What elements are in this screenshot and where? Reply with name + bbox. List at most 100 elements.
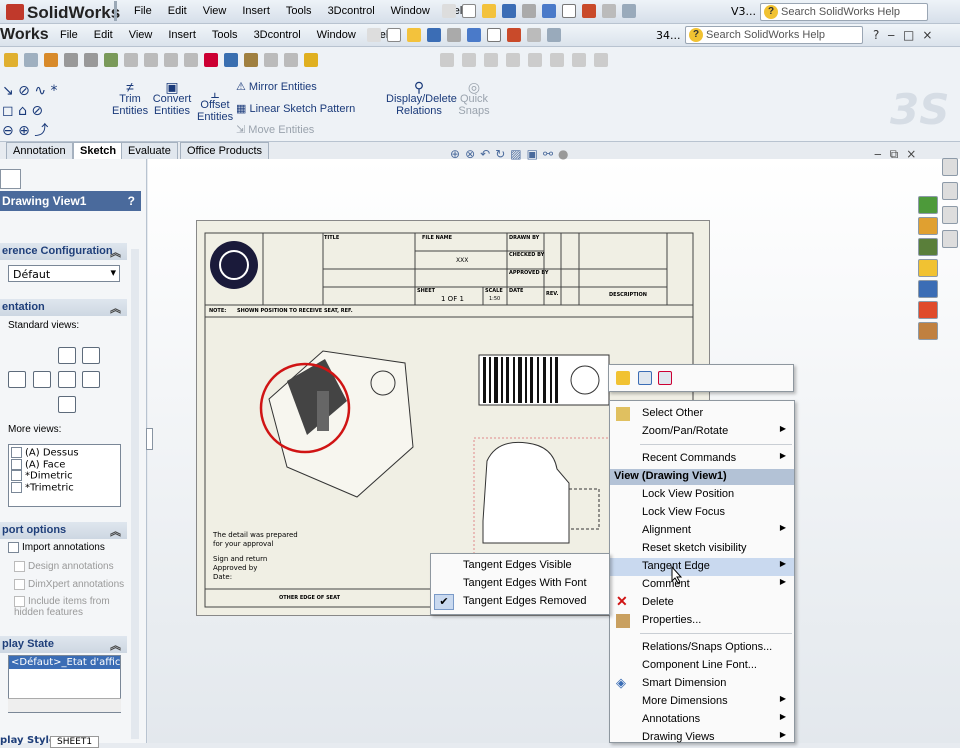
view-right-button[interactable] (58, 371, 76, 388)
menu-item-annotations[interactable]: Annotations ▶ (610, 711, 794, 729)
layer-icon[interactable] (244, 53, 258, 67)
convert-entities-button[interactable]: ▣ Convert Entities (151, 80, 193, 117)
design-library-icon[interactable] (918, 238, 938, 256)
window-controls[interactable]: ?‒□× (873, 28, 940, 42)
file-explorer-icon[interactable] (918, 259, 938, 277)
crosshair-icon[interactable] (440, 53, 454, 67)
properties-icon[interactable] (638, 371, 652, 385)
menu-item-recent-commands[interactable]: Recent Commands ▶ (610, 450, 794, 468)
linked-icon[interactable] (44, 53, 58, 67)
menu-tools[interactable]: Tools (278, 5, 320, 17)
search-box-inner[interactable]: ? Search SolidWorks Help (685, 26, 863, 44)
view-front-button[interactable] (58, 347, 76, 364)
menu-window[interactable]: Window (309, 29, 364, 41)
vertical-scrollbar[interactable] (131, 249, 139, 739)
menu-item-reset-sketch-visibility[interactable]: Reset sketch visibility (610, 540, 794, 558)
section-orientation[interactable]: entation ︽ (0, 299, 127, 316)
undo-icon[interactable] (467, 28, 481, 42)
menu-item-properties[interactable]: Properties... (610, 612, 794, 630)
menu-insert[interactable]: Insert (234, 5, 278, 17)
resources-icon[interactable] (918, 196, 938, 214)
options-icon[interactable] (622, 4, 636, 18)
menu-item-tangent-edges-removed[interactable]: ✔ Tangent Edges Removed (431, 593, 609, 611)
arrow-se-icon[interactable] (506, 53, 520, 67)
rotate-icon[interactable]: ↻ (495, 147, 505, 161)
hatch-icon[interactable] (84, 53, 98, 67)
menu-item-delete[interactable]: ✕ Delete (610, 593, 794, 612)
design-annotations-checkbox[interactable]: Design annotations (14, 561, 114, 572)
zoom-area-icon[interactable]: ⊗ (465, 147, 475, 161)
pin-icon[interactable] (442, 4, 456, 18)
view-left-button[interactable] (8, 371, 26, 388)
pin-icon[interactable] (367, 28, 381, 42)
anchor-icon[interactable] (528, 53, 542, 67)
menu-item-lock-view-position[interactable]: Lock View Position (610, 486, 794, 504)
lock-icon[interactable] (572, 53, 586, 67)
view-window-controls[interactable]: ‒⧉× (874, 147, 924, 162)
outer-tab-icon[interactable] (942, 158, 958, 176)
trim-entities-button[interactable]: ≠ Trim Entities (112, 80, 148, 117)
checkbox[interactable] (11, 458, 22, 470)
rebuild-icon[interactable] (164, 53, 178, 67)
new-document-icon[interactable] (387, 28, 401, 42)
checkbox[interactable] (11, 470, 22, 481)
panel-splitter-handle[interactable] (146, 428, 153, 450)
checkbox[interactable] (11, 481, 22, 493)
tab-sketch[interactable]: Sketch (73, 142, 124, 160)
menu-item-smart-dimension[interactable]: ◈ Smart Dimension (610, 675, 794, 693)
menu-file[interactable]: File (52, 29, 86, 41)
menu-item-comment[interactable]: Comment ▶ (610, 576, 794, 594)
menu-tools[interactable]: Tools (204, 29, 246, 41)
tab-annotation[interactable]: Annotation (6, 142, 73, 159)
file-properties-icon[interactable] (527, 28, 541, 42)
include-items-checkbox[interactable]: Include items from hidden features (14, 596, 124, 618)
save-icon[interactable] (427, 28, 441, 42)
copy-icon[interactable] (284, 53, 298, 67)
menu-item-component-line-font[interactable]: Component Line Font... (610, 657, 794, 675)
house-icon[interactable] (550, 53, 564, 67)
menu-item-more-dimensions[interactable]: More Dimensions ▶ (610, 693, 794, 711)
save-icon[interactable] (502, 4, 516, 18)
view-top-button[interactable] (33, 371, 51, 388)
sheet-tab[interactable]: SHEET1 (50, 736, 100, 748)
new-document-icon[interactable] (462, 4, 476, 18)
list-item[interactable]: *Dimetric (11, 470, 118, 482)
outer-tab-icon[interactable] (942, 230, 958, 248)
sketch-entity-icons[interactable]: ↘ ⊘ ∿ * ◻ ⌂ ⊘ ⊖ ⊕ ⤴ (2, 81, 58, 141)
checkbox[interactable] (11, 447, 22, 458)
section-display-state[interactable]: play State ︽ (0, 636, 127, 653)
menu-item-select-other[interactable]: Select Other (610, 405, 794, 423)
print-icon[interactable] (447, 28, 461, 42)
red-square-icon[interactable] (204, 53, 218, 67)
import-annotations-checkbox[interactable]: Import annotations (8, 542, 105, 553)
menu-view[interactable]: View (121, 29, 161, 41)
select-icon[interactable] (562, 4, 576, 18)
section-import-options[interactable]: port options ︽ (0, 522, 127, 539)
tab-office-products[interactable]: Office Products (180, 142, 269, 159)
arrow-ne-icon[interactable] (484, 53, 498, 67)
zoom-fit-icon[interactable]: ⊕ (450, 147, 460, 161)
previous-view-icon[interactable]: ↶ (480, 147, 490, 161)
outer-tab-icon[interactable] (942, 206, 958, 224)
traffic-light-icon[interactable] (582, 4, 596, 18)
hide-show-icon[interactable]: ⚯ (543, 147, 553, 161)
menu-item-zoom-pan-rotate[interactable]: Zoom/Pan/Rotate ▶ (610, 423, 794, 441)
view-back-button[interactable] (58, 396, 76, 413)
view-bottom-button[interactable] (82, 371, 100, 388)
menu-insert[interactable]: Insert (160, 29, 204, 41)
menu-item-tangent-edges-with-font[interactable]: Tangent Edges With Font (431, 575, 609, 593)
menu-edit[interactable]: Edit (86, 29, 121, 41)
menu-view[interactable]: View (195, 5, 235, 17)
configuration-dropdown[interactable]: Défaut ▾ (8, 265, 120, 282)
file-properties-icon[interactable] (602, 4, 616, 18)
home-icon[interactable] (918, 217, 938, 235)
menu-item-lock-view-focus[interactable]: Lock View Focus (610, 504, 794, 522)
select-icon[interactable] (487, 28, 501, 42)
display-style-icon[interactable]: ▣ (527, 147, 538, 161)
menu-window[interactable]: Window (383, 5, 438, 17)
menu-item-tangent-edges-visible[interactable]: Tangent Edges Visible (431, 557, 609, 575)
tab-evaluate[interactable]: Evaluate (121, 142, 178, 159)
open-folder-icon[interactable] (482, 4, 496, 18)
options-icon[interactable] (547, 28, 561, 42)
offset-entities-button[interactable]: ⫠ Offset Entities (197, 86, 233, 123)
